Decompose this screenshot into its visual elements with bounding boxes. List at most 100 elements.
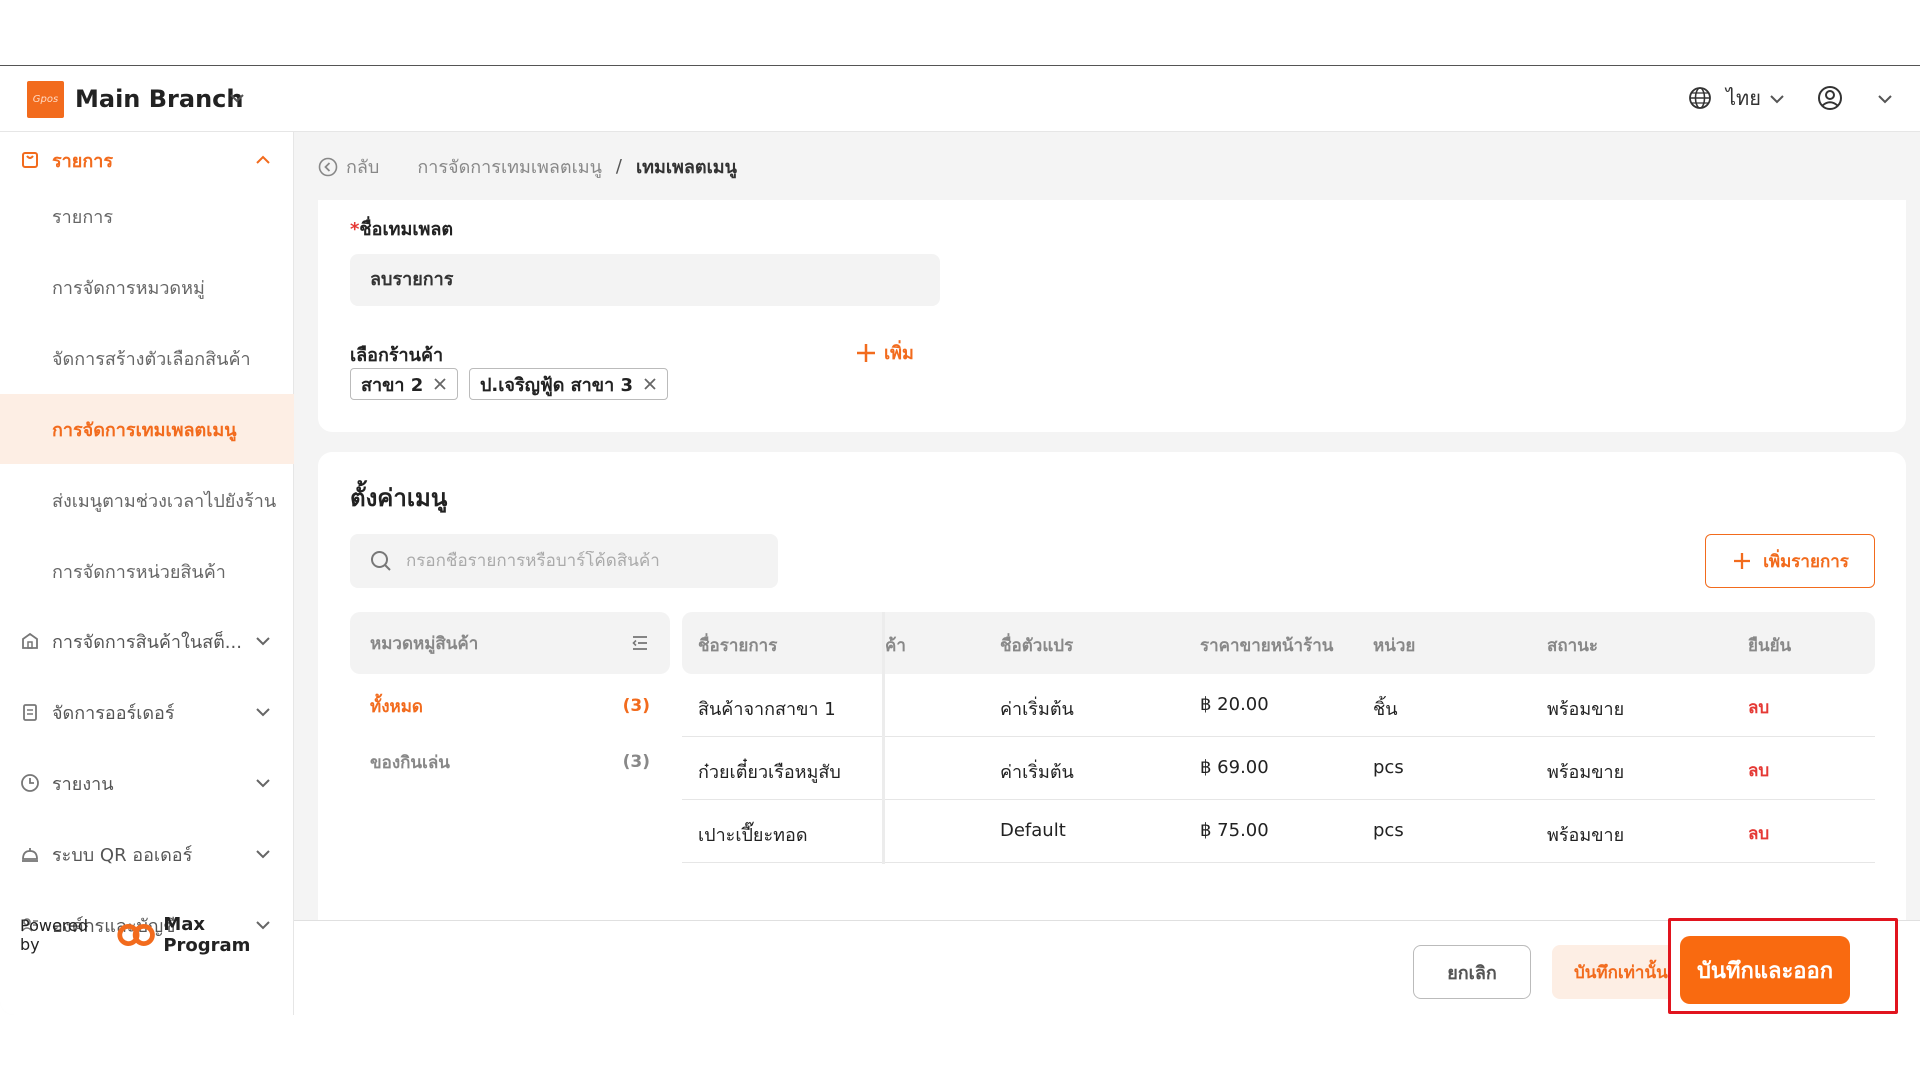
search-input[interactable]: [406, 551, 766, 571]
powered-by-brand: Max Program: [163, 914, 251, 956]
table-row: สินค้าจากสาขา 1 ค่าเริ่มต้น ฿ 20.00 ชิ้น…: [682, 674, 1875, 737]
app-logo: Gpos: [27, 81, 64, 118]
sidebar-item-label: จัดการสร้างตัวเลือกสินค้า: [52, 348, 251, 370]
collapse-menu-icon[interactable]: [630, 633, 650, 653]
category-item[interactable]: ของกินเล่น (3): [350, 734, 670, 790]
item-unit: ชิ้น: [1373, 699, 1398, 720]
sidebar-group-items[interactable]: รายการ: [0, 132, 294, 188]
table-row: ก๋วยเตี๋ยวเรือหมูสับ ค่าเริ่มต้น ฿ 69.00…: [682, 737, 1875, 800]
sidebar-item-menu-templates[interactable]: การจัดการเทมเพลตเมนู: [0, 394, 294, 464]
item-status: พร้อมขาย: [1547, 762, 1625, 783]
sidebar-item-label: ส่งเมนูตามช่วงเวลาไปยังร้าน: [52, 490, 277, 512]
footer-bar: ยกเลิก บันทึกเท่านั้น บันทึกและออก: [294, 920, 1920, 1015]
back-circle-icon: [318, 157, 338, 176]
sidebar-group-qr-order[interactable]: ระบบ QR ออเดอร์: [0, 826, 294, 882]
plus-icon: [857, 343, 875, 362]
template-name-label-text: ชื่อเทมเพลต: [359, 219, 454, 240]
bag-icon: [22, 152, 38, 168]
sidebar-item-label: การจัดการหมวดหมู่: [52, 277, 205, 299]
delete-link[interactable]: ลบ: [1748, 694, 1769, 721]
chevron-down-icon[interactable]: [1876, 90, 1894, 108]
category-header-label: หมวดหมู่สินค้า: [370, 633, 479, 654]
category-header: หมวดหมู่สินค้า: [350, 612, 670, 674]
category-item[interactable]: ทั้งหมด (3): [350, 678, 670, 734]
sidebar-group-reports[interactable]: รายงาน: [0, 755, 294, 811]
plus-icon: [1734, 553, 1751, 569]
store-tag-label: สาขา 2: [361, 374, 424, 396]
breadcrumb-current: เทมเพลตเมนู: [635, 157, 737, 178]
add-item-button[interactable]: เพิ่มรายการ: [1705, 534, 1875, 588]
sidebar-item-units[interactable]: การจัดการหน่วยสินค้า: [0, 536, 294, 606]
column-header: ยืนยัน: [1748, 636, 1792, 656]
clock-icon: [21, 774, 39, 792]
globe-icon[interactable]: [1688, 86, 1712, 110]
column-header: ค้า: [885, 636, 906, 656]
breadcrumb-parent[interactable]: การจัดการเทมเพลตเมนู: [417, 152, 602, 181]
search-box[interactable]: [350, 534, 778, 588]
chevron-up-icon[interactable]: [254, 151, 272, 169]
bell-icon: [22, 848, 38, 862]
breadcrumb-separator: /: [615, 156, 622, 177]
item-name: เปาะเปี๊ยะทอด: [698, 825, 808, 846]
chevron-down-icon[interactable]: [254, 703, 272, 721]
sidebar-item-label: การจัดการเทมเพลตเมนู: [52, 419, 237, 441]
chevron-down-icon[interactable]: [1768, 90, 1786, 108]
sticky-column-divider: [882, 612, 885, 864]
save-only-button[interactable]: บันทึกเท่านั้น: [1552, 945, 1670, 999]
sidebar-item-categories[interactable]: การจัดการหมวดหมู่: [0, 252, 294, 322]
item-status: พร้อมขาย: [1547, 699, 1625, 720]
column-header: หน่วย: [1373, 636, 1416, 656]
top-header: Gpos Main Branch ไทย: [0, 66, 1920, 132]
add-store-button[interactable]: เพิ่ม: [854, 338, 914, 367]
back-button[interactable]: กลับ: [318, 152, 379, 181]
sidebar-group-stock[interactable]: การจัดการสินค้าในสต็...: [0, 613, 294, 669]
column-header: ราคาขายหน้าร้าน: [1200, 636, 1334, 656]
chevron-down-icon[interactable]: [254, 774, 272, 792]
save-and-exit-button[interactable]: บันทึกและออก: [1680, 936, 1850, 1004]
sidebar-group-label: จัดการออร์เดอร์: [52, 702, 175, 724]
sidebar-item-items[interactable]: รายการ: [0, 181, 294, 251]
store-tag: สาขา 2: [350, 368, 459, 400]
section-title: ตั้งค่าเมนู: [350, 484, 448, 512]
chevron-down-icon[interactable]: [254, 845, 272, 863]
store-icon: [22, 632, 38, 649]
sidebar-item-variants[interactable]: จัดการสร้างตัวเลือกสินค้า: [0, 323, 294, 393]
item-variant: Default: [1000, 820, 1066, 841]
search-icon: [371, 551, 391, 571]
sidebar-group-label: รายงาน: [52, 773, 114, 795]
back-label: กลับ: [346, 157, 380, 178]
store-tag-label: ป.เจริญฟู้ด สาขา 3: [480, 374, 633, 396]
sidebar-group-orders[interactable]: จัดการออร์เดอร์: [0, 684, 294, 740]
item-name: ก๋วยเตี๋ยวเรือหมูสับ: [698, 762, 841, 783]
sidebar-item-scheduled-menu[interactable]: ส่งเมนูตามช่วงเวลาไปยังร้าน: [0, 465, 294, 535]
item-price: ฿ 69.00: [1200, 757, 1269, 778]
breadcrumb: กลับ การจัดการเทมเพลตเมนู / เทมเพลตเมนู: [318, 152, 737, 181]
sidebar-item-label: รายการ: [52, 206, 113, 228]
clipboard-icon: [23, 704, 37, 721]
close-icon[interactable]: [643, 377, 657, 391]
delete-link[interactable]: ลบ: [1748, 757, 1769, 784]
category-count: (3): [622, 696, 650, 716]
menu-items-table: ชื่อรายการ ค้า ชื่อตัวแปร ราคาขายหน้าร้า…: [682, 612, 1875, 864]
branch-name[interactable]: Main Branch: [75, 81, 243, 117]
item-price: ฿ 20.00: [1200, 694, 1269, 715]
chevron-down-icon[interactable]: [228, 89, 246, 107]
add-store-label: เพิ่ม: [884, 343, 914, 364]
category-name: ของกินเล่น: [370, 752, 450, 773]
sidebar-group-label: การจัดการสินค้าในสต็...: [52, 631, 242, 653]
item-variant: ค่าเริ่มต้น: [1000, 699, 1074, 720]
store-select-label: เลือกร้านค้า: [350, 345, 444, 366]
column-header: ชื่อรายการ: [698, 636, 778, 656]
powered-by: Powered by Max Program: [20, 914, 293, 956]
table-header: ชื่อรายการ ค้า ชื่อตัวแปร ราคาขายหน้าร้า…: [682, 612, 1875, 674]
chevron-down-icon[interactable]: [254, 632, 272, 650]
language-selector[interactable]: ไทย: [1726, 84, 1761, 112]
close-icon[interactable]: [433, 377, 447, 391]
delete-link[interactable]: ลบ: [1748, 820, 1769, 847]
user-avatar-icon[interactable]: [1817, 85, 1843, 111]
item-variant: ค่าเริ่มต้น: [1000, 762, 1074, 783]
cancel-button[interactable]: ยกเลิก: [1413, 945, 1531, 999]
template-name-input[interactable]: ลบรายการ: [350, 254, 940, 306]
item-status: พร้อมขาย: [1547, 825, 1625, 846]
item-name: สินค้าจากสาขา 1: [698, 699, 836, 720]
